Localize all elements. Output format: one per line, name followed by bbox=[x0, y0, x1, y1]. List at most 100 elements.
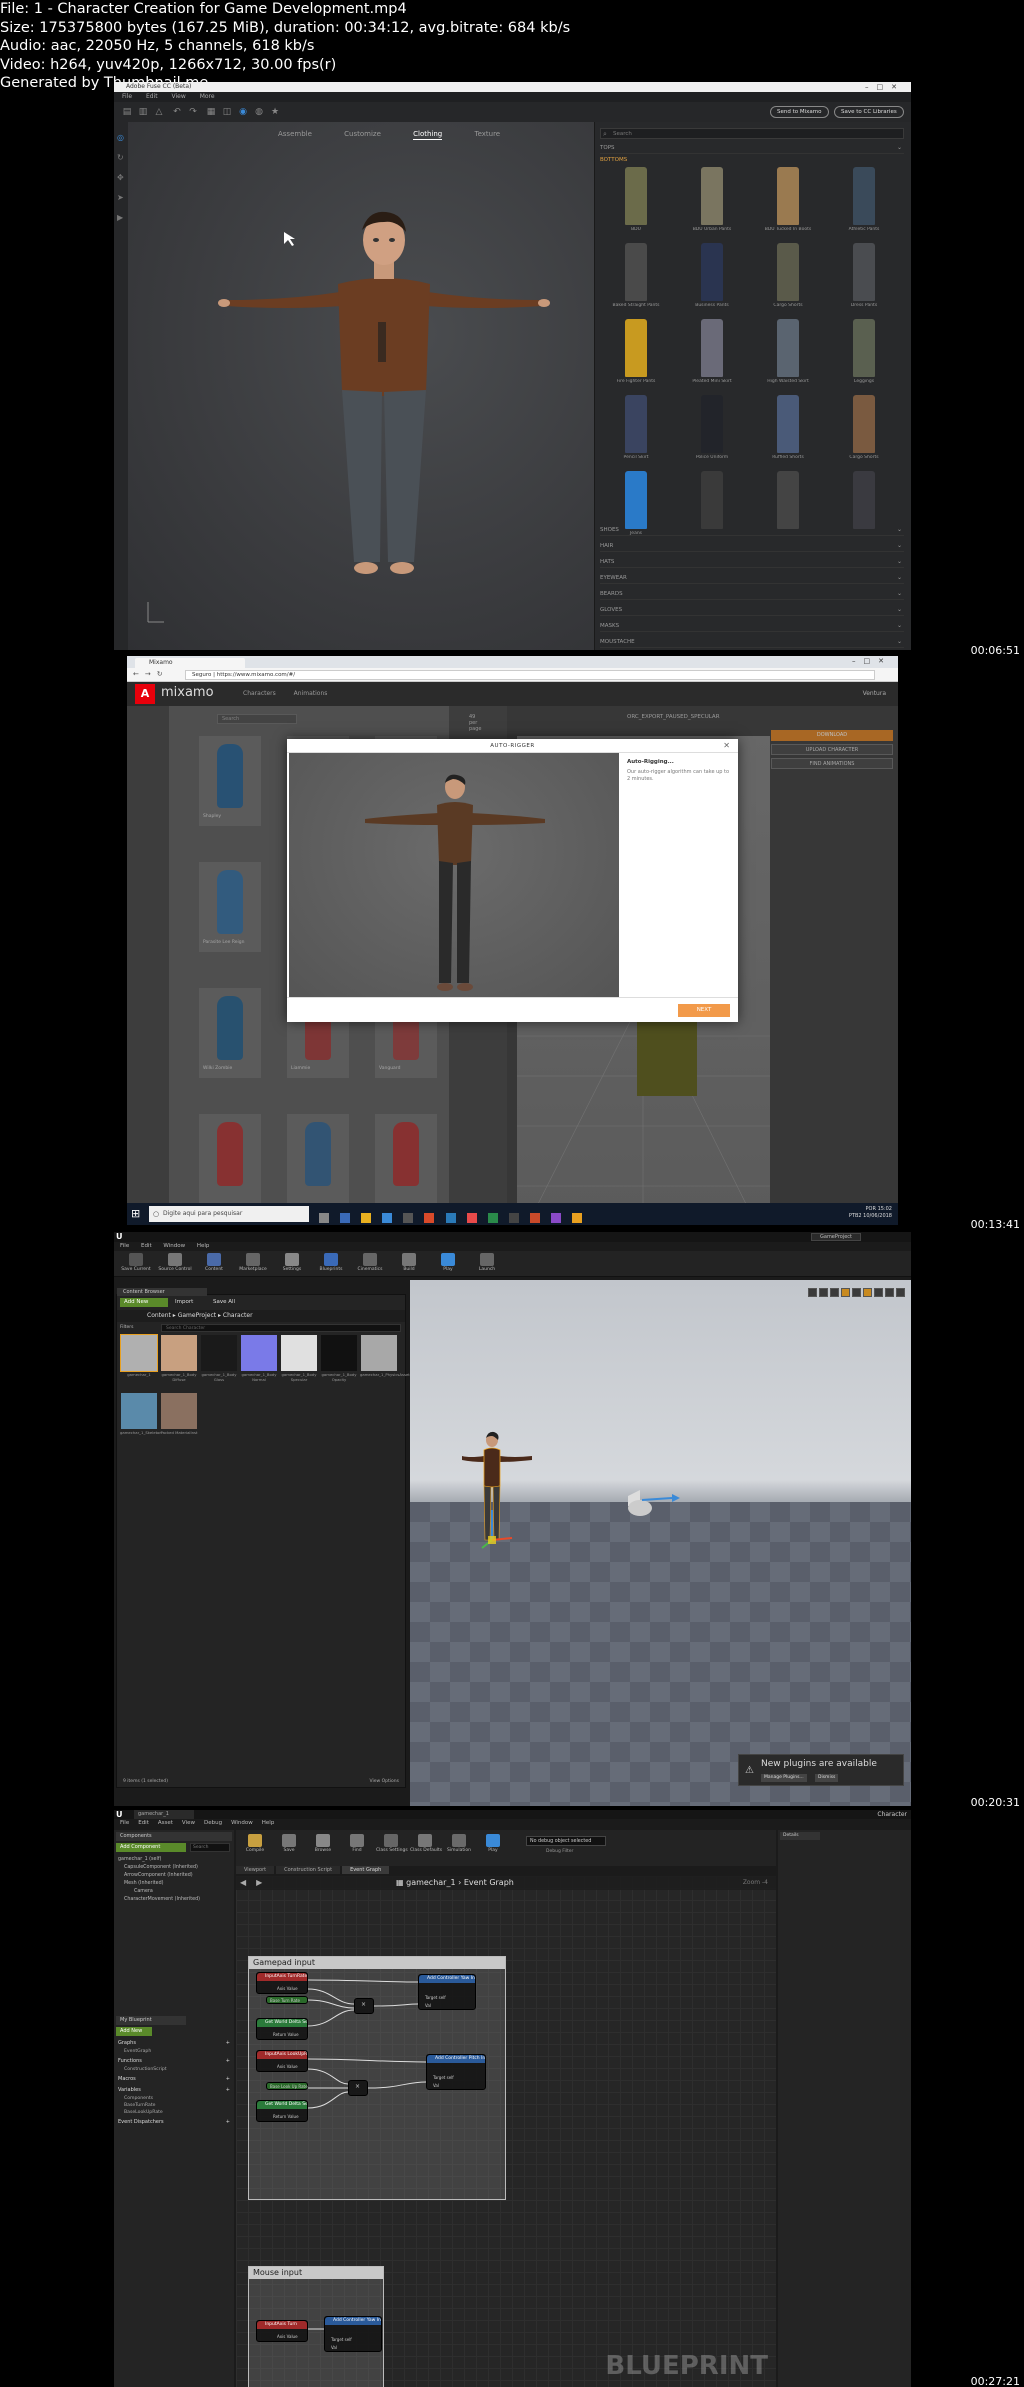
node-base-turn-rate[interactable]: Base Turn Rate bbox=[266, 1996, 308, 2004]
toolbar-button[interactable]: Class Defaults bbox=[410, 1834, 442, 1853]
save-icon[interactable]: ▥ bbox=[138, 107, 148, 117]
save-to-libraries-button[interactable]: Save to CC Libraries bbox=[834, 106, 904, 118]
chrome-icon[interactable] bbox=[424, 1213, 435, 1223]
pin-axis-value[interactable]: Axis Value bbox=[277, 2334, 298, 2339]
component-search-input[interactable]: Search bbox=[190, 1843, 230, 1852]
category-shoes[interactable]: SHOES ⌄ bbox=[600, 524, 904, 536]
taskbar-search-input[interactable]: ○ Digite aqui para pesquisar bbox=[149, 1206, 309, 1222]
plus-icon[interactable]: + bbox=[226, 2040, 230, 2047]
blueprint-section[interactable]: Event Dispatchers + bbox=[118, 2119, 230, 2126]
camera-icon[interactable]: ◫ bbox=[222, 107, 232, 117]
category-hair[interactable]: HAIR ⌄ bbox=[600, 540, 904, 552]
node-inputaxis-turn[interactable]: InputAxis Turn Axis Value bbox=[256, 2320, 308, 2342]
toolbar-button[interactable]: Simulation bbox=[444, 1834, 474, 1853]
clothing-thumb[interactable]: BDU Urban Pants bbox=[681, 165, 743, 235]
user-menu[interactable]: Ventura bbox=[863, 690, 886, 697]
warning-icon[interactable]: △ bbox=[154, 107, 164, 117]
category-beards[interactable]: BEARDS ⌄ bbox=[600, 588, 904, 600]
pin-axis-value[interactable]: Axis Value bbox=[277, 1986, 298, 1991]
asset-tile[interactable]: gamechar_1_PhysicsAsset bbox=[360, 1335, 410, 1383]
category-masks[interactable]: MASKS ⌄ bbox=[600, 620, 904, 632]
component-item[interactable]: CapsuleComponent (Inherited) bbox=[118, 1864, 200, 1872]
section-entry[interactable]: BaseTurnRate bbox=[124, 2102, 155, 2109]
menu-help[interactable]: Help bbox=[197, 1243, 210, 1249]
debug-object-select[interactable]: No debug object selected bbox=[526, 1836, 606, 1846]
play-tool-icon[interactable]: ▶ bbox=[117, 214, 125, 222]
crumb-gameproject[interactable]: GameProject bbox=[178, 1312, 216, 1319]
node-base-lookup-rate[interactable]: Base Look Up Rate bbox=[266, 2082, 308, 2090]
pan-tool-icon[interactable]: ✥ bbox=[117, 174, 125, 182]
plus-icon[interactable]: + bbox=[226, 2087, 230, 2094]
menu-file[interactable]: File bbox=[122, 93, 132, 100]
pin-return-value[interactable]: Return Value bbox=[273, 2032, 299, 2037]
asset-tile[interactable]: gamechar_1_Body Opacity bbox=[320, 1335, 358, 1383]
blueprint-section[interactable]: Functions + bbox=[118, 2058, 230, 2065]
asset-tile[interactable]: gamechar_1 bbox=[120, 1334, 158, 1383]
cursor-tool-icon[interactable]: ➤ bbox=[117, 194, 125, 202]
pin-return-value[interactable]: Return Value bbox=[273, 2114, 299, 2119]
toolbar-button[interactable]: Save Current bbox=[118, 1253, 154, 1272]
category-moustache[interactable]: MOUSTACHE ⌄ bbox=[600, 636, 904, 648]
section-entry[interactable]: ConstructionScript bbox=[124, 2066, 167, 2073]
add-new-button[interactable]: Add New bbox=[120, 1298, 168, 1307]
my-blueprint-tab[interactable]: My Blueprint bbox=[116, 2016, 186, 2025]
component-item[interactable]: ArrowComponent (Inherited) bbox=[118, 1872, 200, 1880]
pin-target[interactable]: Target self bbox=[331, 2337, 352, 2342]
node-inputaxis-turnrate[interactable]: InputAxis TurnRate Axis Value bbox=[256, 1972, 308, 1994]
send-to-mixamo-button[interactable]: Send to Mixamo bbox=[770, 106, 829, 118]
nav-animations[interactable]: Animations bbox=[294, 690, 328, 697]
blueprint-section[interactable]: Macros + bbox=[118, 2076, 230, 2083]
clothing-thumb[interactable]: Pleated Mini Skirt bbox=[681, 317, 743, 387]
node-get-world-delta-2[interactable]: Get World Delta Seconds Return Value bbox=[256, 2100, 308, 2122]
clothing-thumb[interactable]: BDU Tucked In Boots bbox=[757, 165, 819, 235]
filters-button[interactable]: Filters bbox=[120, 1324, 134, 1332]
node-add-yaw-input[interactable]: Add Controller Yaw Input Target self Val bbox=[418, 1974, 476, 2010]
toolbar-button[interactable]: Compile bbox=[240, 1834, 270, 1853]
folder-icon[interactable]: ▤ bbox=[122, 107, 132, 117]
node-inputaxis-lookuprate[interactable]: InputAxis LookUpRate Axis Value bbox=[256, 2050, 308, 2072]
plus-icon[interactable]: + bbox=[226, 2058, 230, 2065]
menu-view[interactable]: View bbox=[172, 93, 186, 100]
menu-item[interactable]: View bbox=[182, 1820, 195, 1826]
component-item[interactable]: Camera bbox=[118, 1888, 200, 1896]
menu-item[interactable]: Help bbox=[262, 1820, 275, 1826]
component-item[interactable]: CharacterMovement (Inherited) bbox=[118, 1896, 200, 1904]
windows-start-icon[interactable]: ⊞ bbox=[131, 1207, 145, 1221]
nav-buttons[interactable]: ←→↻ bbox=[133, 670, 169, 678]
asset-tile[interactable]: Packed MaterialInst bbox=[160, 1393, 198, 1441]
asset-tile[interactable]: gamechar_1_Body Normal bbox=[240, 1335, 278, 1383]
node-add-pitch-input[interactable]: Add Controller Pitch Input Target self V… bbox=[426, 2054, 486, 2090]
menu-item[interactable]: Debug bbox=[204, 1820, 222, 1826]
toolbar-button[interactable]: Launch bbox=[469, 1253, 505, 1272]
explorer-icon[interactable] bbox=[361, 1213, 372, 1223]
view-options-button[interactable]: View Options bbox=[370, 1777, 399, 1787]
add-component-button[interactable]: Add Component bbox=[116, 1843, 186, 1852]
clothing-thumb[interactable]: Police Uniform bbox=[681, 393, 743, 463]
menu-edit[interactable]: Edit bbox=[141, 1243, 152, 1249]
task-view-icon[interactable] bbox=[319, 1213, 329, 1223]
pin-axis-value[interactable]: Axis Value bbox=[277, 2064, 298, 2069]
category-gloves[interactable]: GLOVES ⌄ bbox=[600, 604, 904, 616]
rotate-tool-icon[interactable]: ↻ bbox=[117, 154, 125, 162]
menu-item[interactable]: Edit bbox=[138, 1820, 149, 1826]
dismiss-button[interactable]: Dismiss bbox=[815, 1774, 839, 1782]
app-icon[interactable] bbox=[403, 1213, 414, 1223]
node-multiply-2[interactable]: × bbox=[348, 2080, 368, 2096]
asset-tile[interactable]: gamechar_1_Body Diffuse bbox=[160, 1335, 198, 1383]
details-tab[interactable]: Details bbox=[780, 1832, 820, 1840]
clothing-thumb[interactable]: Baked Straight Pants bbox=[605, 241, 667, 311]
component-item[interactable]: gamechar_1 (self) bbox=[118, 1856, 200, 1864]
node-add-yaw-input-2[interactable]: Add Controller Yaw Input Target self Val bbox=[324, 2316, 382, 2352]
toolbar-button[interactable]: Play bbox=[430, 1253, 466, 1272]
edge-icon[interactable] bbox=[340, 1213, 351, 1223]
globe-icon[interactable]: ◍ bbox=[254, 107, 264, 117]
store-icon[interactable] bbox=[382, 1213, 393, 1223]
clothing-thumb[interactable]: Cargo Shorts bbox=[833, 393, 895, 463]
app-icon[interactable] bbox=[445, 1213, 456, 1223]
rig-preview-viewport[interactable] bbox=[289, 753, 619, 997]
clothing-thumb[interactable]: Pencil Skirt bbox=[605, 393, 667, 463]
clothing-thumb[interactable]: Fire Fighter Pants bbox=[605, 317, 667, 387]
app-icon[interactable] bbox=[508, 1213, 519, 1223]
toolbar-button[interactable]: Build bbox=[391, 1253, 427, 1272]
clothing-thumb[interactable]: Business Pants bbox=[681, 241, 743, 311]
